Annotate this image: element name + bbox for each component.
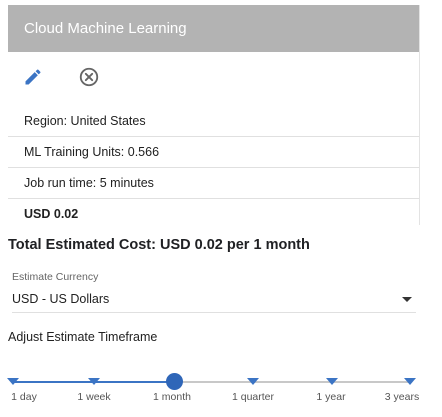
currency-label: Estimate Currency: [12, 271, 99, 283]
slider-track-inactive: [174, 381, 410, 383]
slider-label-3-years[interactable]: 3 years: [385, 391, 419, 403]
estimate-card: Cloud Machine Learning Region: United St…: [8, 5, 420, 225]
ml-training-units-row: ML Training Units: 0.566: [8, 137, 419, 168]
slider-label-1-year[interactable]: 1 year: [316, 391, 345, 403]
slider-tick-3-years[interactable]: [404, 378, 416, 385]
slider-label-1-quarter[interactable]: 1 quarter: [232, 391, 274, 403]
currency-selected-value: USD - US Dollars: [12, 292, 110, 306]
card-title: Cloud Machine Learning: [8, 5, 419, 52]
slider-tick-1-quarter[interactable]: [247, 378, 259, 385]
timeframe-title: Adjust Estimate Timeframe: [8, 330, 158, 344]
currency-select[interactable]: USD - US Dollars: [12, 287, 416, 313]
close-circle-icon: [78, 66, 100, 93]
slider-tick-1-day[interactable]: [7, 378, 19, 385]
slider-tick-1-week[interactable]: [88, 378, 100, 385]
timeframe-slider[interactable]: 1 day 1 week 1 month 1 quarter 1 year 3 …: [0, 368, 442, 417]
card-actions: [8, 52, 419, 106]
pricing-calculator-panel: Cloud Machine Learning Region: United St…: [0, 0, 442, 417]
job-run-time-row: Job run time: 5 minutes: [8, 168, 419, 199]
total-estimated-cost: Total Estimated Cost: USD 0.02 per 1 mon…: [8, 237, 310, 253]
card-total-row: USD 0.02: [24, 207, 79, 221]
slider-thumb[interactable]: [166, 373, 183, 390]
slider-label-1-day[interactable]: 1 day: [11, 391, 37, 403]
edit-button[interactable]: [20, 66, 46, 92]
remove-button[interactable]: [76, 66, 102, 92]
slider-label-1-week[interactable]: 1 week: [77, 391, 110, 403]
slider-label-1-month[interactable]: 1 month: [153, 391, 191, 403]
dropdown-arrow-icon: [402, 297, 412, 302]
slider-tick-1-year[interactable]: [326, 378, 338, 385]
region-row: Region: United States: [8, 106, 419, 137]
pencil-icon: [23, 67, 43, 92]
